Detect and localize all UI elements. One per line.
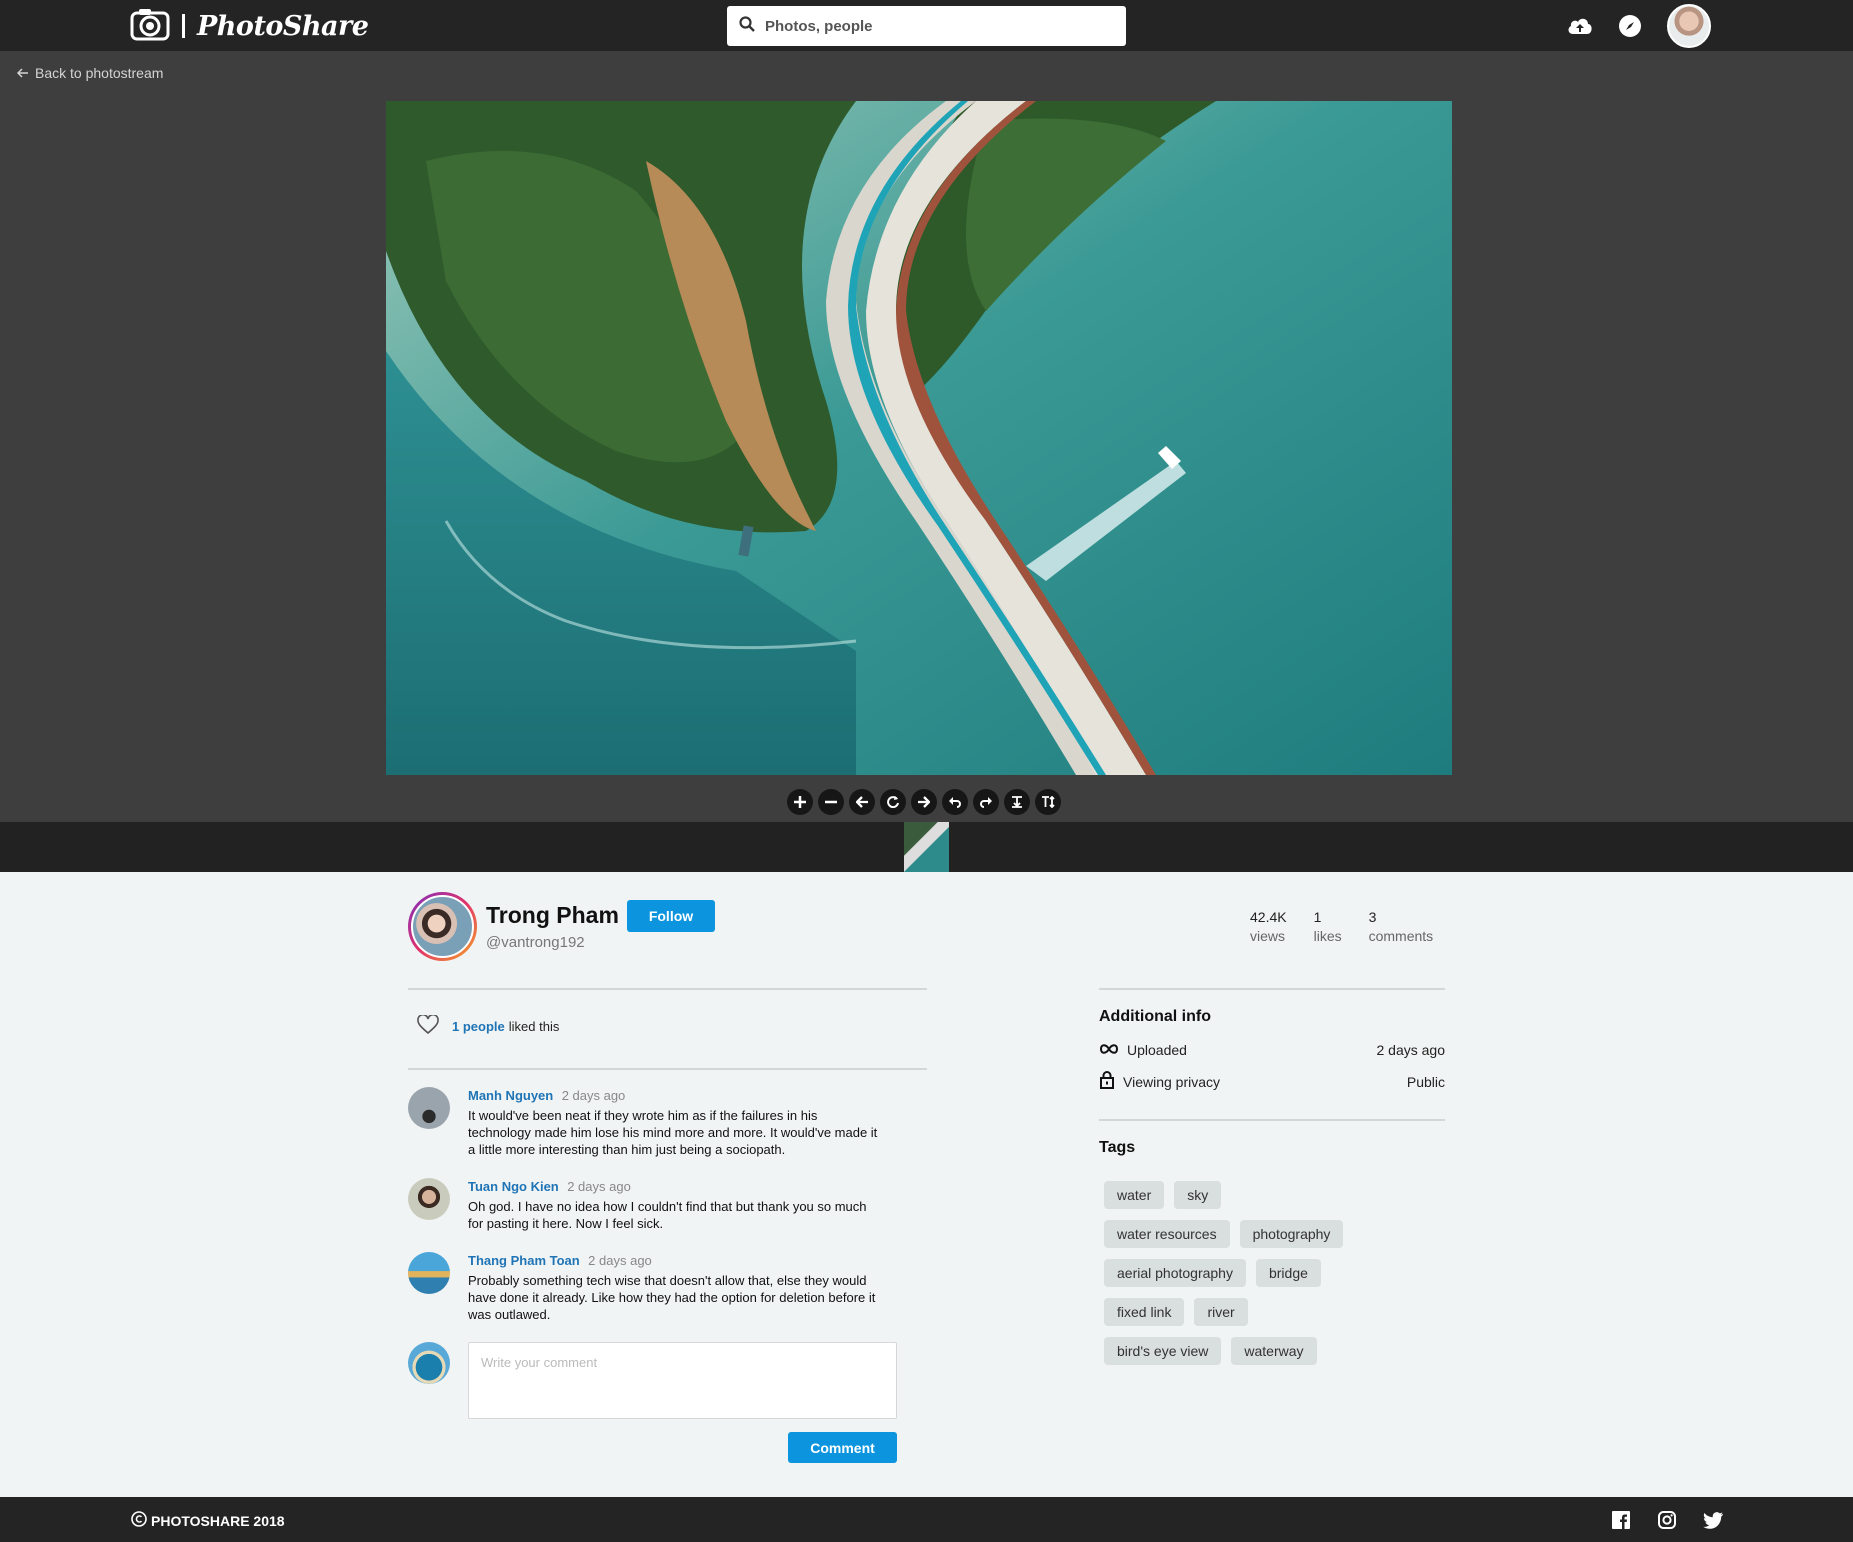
rotate-right-icon[interactable] — [973, 789, 999, 815]
lock-icon — [1099, 1071, 1115, 1092]
search-bar[interactable] — [727, 6, 1126, 46]
divider — [1099, 988, 1445, 990]
comment-submit-button[interactable]: Comment — [788, 1432, 897, 1463]
previous-arrow-icon[interactable] — [849, 789, 875, 815]
search-input[interactable] — [765, 17, 1095, 35]
tag-photography[interactable]: photography — [1239, 1220, 1344, 1248]
tag-river[interactable]: river — [1194, 1298, 1248, 1326]
brand-separator — [182, 14, 185, 38]
follow-button[interactable]: Follow — [627, 900, 715, 932]
photo-stats: 42.4K views 1 likes 3 comments — [1250, 908, 1460, 946]
commenter-avatar[interactable] — [408, 1178, 450, 1220]
comment-time: 2 days ago — [588, 1253, 652, 1268]
brand-logo[interactable]: PhotoShare — [130, 7, 369, 46]
stat-views: 42.4K views — [1250, 909, 1287, 944]
comment-author[interactable]: Tuan Ngo Kien — [468, 1179, 559, 1194]
owner-name[interactable]: Trong Pham — [486, 902, 619, 929]
likes-summary: 1 people liked this — [417, 1013, 560, 1038]
instagram-icon[interactable] — [1656, 1509, 1678, 1531]
top-navbar: PhotoShare — [0, 0, 1853, 51]
flip-horizontal-icon[interactable] — [1004, 789, 1030, 815]
tag-bridge[interactable]: bridge — [1255, 1259, 1321, 1287]
info-row-privacy: Viewing privacy Public — [1099, 1071, 1445, 1092]
stat-comments: 3 comments — [1368, 909, 1434, 944]
brand-name: PhotoShare — [197, 10, 369, 42]
camera-logo-icon — [130, 7, 170, 46]
infinity-icon — [1099, 1042, 1119, 1058]
flip-vertical-icon[interactable] — [1035, 789, 1061, 815]
tag-birds-eye-view[interactable]: bird's eye view — [1104, 1337, 1222, 1365]
likes-count-link[interactable]: 1 people — [452, 1019, 505, 1034]
photo-viewer: Back to photostream — [0, 51, 1853, 822]
comment-author[interactable]: Thang Pham Toan — [468, 1253, 580, 1268]
twitter-icon[interactable] — [1702, 1509, 1724, 1531]
zoom-in-icon[interactable] — [787, 789, 813, 815]
comment-input[interactable] — [468, 1342, 897, 1419]
search-icon — [739, 15, 755, 37]
tag-list: water sky water resources photography ae… — [1104, 1181, 1444, 1376]
commenter-avatar[interactable] — [408, 1087, 450, 1129]
back-label: Back to photostream — [35, 65, 164, 81]
tag-water-resources[interactable]: water resources — [1104, 1220, 1230, 1248]
comment-time: 2 days ago — [567, 1179, 631, 1194]
likes-suffix: liked this — [508, 1019, 560, 1034]
current-user-avatar — [408, 1342, 450, 1384]
tag-sky[interactable]: sky — [1174, 1181, 1222, 1209]
copyright: PHOTOSHARE 2018 — [131, 1511, 285, 1530]
facebook-icon[interactable] — [1610, 1509, 1632, 1531]
back-to-photostream-link[interactable]: Back to photostream — [16, 65, 164, 81]
photo-details: Trong Pham @vantrong192 Follow 42.4K vie… — [0, 872, 1853, 1497]
info-row-uploaded: Uploaded 2 days ago — [1099, 1042, 1445, 1058]
additional-info-title: Additional info — [1099, 1008, 1211, 1025]
comment-text: It would've been neat if they wrote him … — [468, 1108, 878, 1157]
owner-avatar[interactable] — [408, 892, 477, 961]
reset-icon[interactable] — [880, 789, 906, 815]
thumbnail-strip — [0, 822, 1853, 872]
footer: PHOTOSHARE 2018 — [0, 1497, 1853, 1542]
compass-icon[interactable] — [1616, 12, 1644, 40]
copyright-icon — [131, 1511, 147, 1530]
comment-text: Probably something tech wise that doesn'… — [468, 1273, 876, 1322]
upload-cloud-icon[interactable] — [1566, 12, 1594, 40]
stat-likes: 1 likes — [1313, 909, 1342, 944]
user-avatar[interactable] — [1667, 4, 1711, 48]
owner-handle: @vantrong192 — [486, 934, 585, 951]
viewer-toolbar — [787, 789, 1061, 815]
zoom-out-icon[interactable] — [818, 789, 844, 815]
photo-thumbnail[interactable] — [904, 822, 949, 872]
tag-aerial-photography[interactable]: aerial photography — [1104, 1259, 1246, 1287]
divider — [408, 988, 927, 990]
comment-author[interactable]: Manh Nguyen — [468, 1088, 553, 1103]
comment-time: 2 days ago — [561, 1088, 626, 1103]
tag-waterway[interactable]: waterway — [1231, 1337, 1317, 1365]
divider — [408, 1068, 927, 1070]
commenter-avatar[interactable] — [408, 1252, 450, 1294]
comment-text: Oh god. I have no idea how I couldn't fi… — [468, 1199, 867, 1231]
arrow-left-icon — [16, 65, 29, 81]
main-photo[interactable] — [386, 101, 1452, 775]
tags-title: Tags — [1099, 1139, 1136, 1156]
tag-water[interactable]: water — [1104, 1181, 1165, 1209]
divider — [1099, 1119, 1445, 1121]
rotate-left-icon[interactable] — [942, 789, 968, 815]
next-arrow-icon[interactable] — [911, 789, 937, 815]
heart-icon[interactable] — [417, 1013, 439, 1038]
tag-fixed-link[interactable]: fixed link — [1104, 1298, 1185, 1326]
